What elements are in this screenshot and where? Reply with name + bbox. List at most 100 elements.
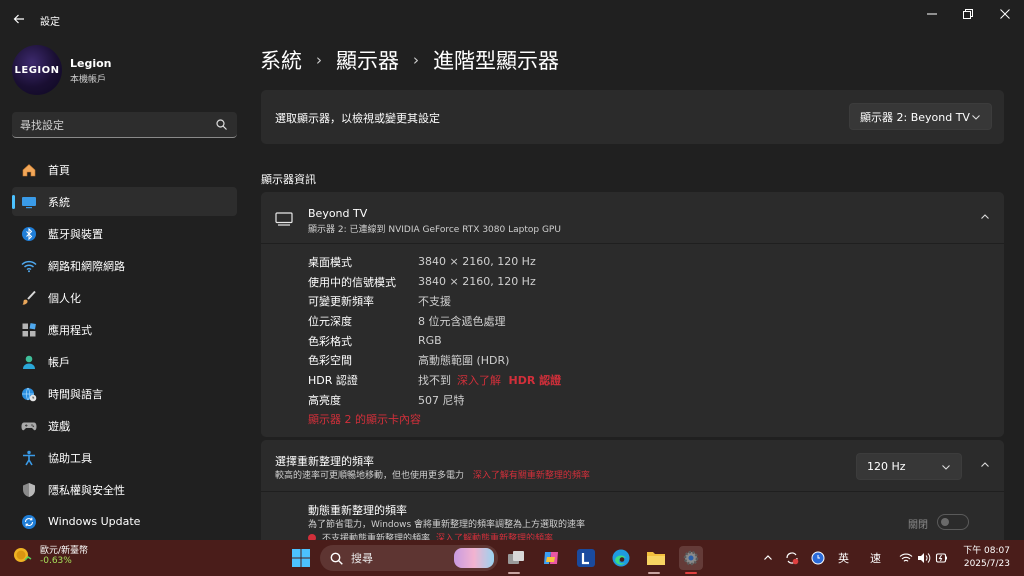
info-key: 使用中的信號模式 xyxy=(308,275,396,289)
refresh-rate-dropdown[interactable]: 120 Hz xyxy=(856,453,962,480)
sidebar-item-label: 系統 xyxy=(48,195,70,209)
display-select-label: 選取顯示器，以檢視或變更其設定 xyxy=(275,112,440,125)
info-row-bit-depth: 位元深度 8 位元含遞色處理 xyxy=(308,311,561,331)
bluetooth-icon xyxy=(20,225,38,243)
volume-tray-button[interactable] xyxy=(915,546,933,570)
sidebar-item-time-language[interactable]: 時間與語言 xyxy=(12,379,237,408)
taskbar-search[interactable]: 搜尋 xyxy=(320,545,498,571)
copilot-button[interactable] xyxy=(539,546,563,570)
sidebar-item-apps[interactable]: 應用程式 xyxy=(12,315,237,344)
display-select-dropdown[interactable]: 顯示器 2: Beyond TV xyxy=(849,103,992,130)
taskbar-clock[interactable]: 下午 08:07 2025/7/23 xyxy=(963,545,1010,571)
info-key: HDR 認證 xyxy=(308,373,358,387)
chevron-up-icon[interactable] xyxy=(980,460,990,470)
chevron-right-icon: › xyxy=(413,51,419,69)
display-connection: 顯示器 2: 已連線到 NVIDIA GeForce RTX 3080 Lapt… xyxy=(308,225,561,235)
shield-icon xyxy=(20,481,38,499)
folder-icon xyxy=(647,552,665,565)
sidebar-nav: 首頁 系統 藍牙與裝置 網路和網際網路 個人化 應用程式 帳戶 時間與語言 遊戲… xyxy=(12,155,237,539)
dynamic-refresh-toggle[interactable] xyxy=(937,514,969,530)
sidebar-item-accessibility[interactable]: 協助工具 xyxy=(12,443,237,472)
display-info-list: 桌面模式 3840 × 2160, 120 Hz 使用中的信號模式 3840 ×… xyxy=(308,252,561,429)
gear-icon xyxy=(683,550,699,566)
hdr-learn-more-link[interactable]: 深入了解 HDR 認證 xyxy=(457,372,561,388)
info-value: 3840 × 2160, 120 Hz xyxy=(418,275,536,289)
windows-update-icon xyxy=(20,513,38,531)
settings-window: 設定 LEGION Legion 本機帳戶 首頁 xyxy=(0,0,1024,540)
info-value: 高動態範圍 (HDR) xyxy=(418,354,510,368)
main-content: 系統 › 顯示器 › 進階型顯示器 選取顯示器，以檢視或變更其設定 顯示器 2:… xyxy=(250,0,1024,540)
sidebar-item-bluetooth[interactable]: 藍牙與裝置 xyxy=(12,219,237,248)
breadcrumb-item-display[interactable]: 顯示器 xyxy=(336,45,399,75)
settings-taskbar-button[interactable] xyxy=(679,546,703,570)
start-button[interactable] xyxy=(289,546,313,570)
info-key: 色彩空間 xyxy=(308,354,352,368)
sidebar-item-network[interactable]: 網路和網際網路 xyxy=(12,251,237,280)
chevron-down-icon xyxy=(942,465,950,470)
sidebar-item-label: 首頁 xyxy=(48,163,70,177)
clock-tray-button[interactable] xyxy=(808,546,828,570)
breadcrumb-item-system[interactable]: 系統 xyxy=(260,45,302,75)
running-indicator xyxy=(508,572,520,574)
widget-text: 歐元/新臺幣 -0.63% xyxy=(40,543,88,566)
speaker-icon xyxy=(918,553,931,563)
back-button[interactable] xyxy=(8,8,30,30)
hdr-link-bold: HDR 認證 xyxy=(508,373,562,387)
adapter-properties-link[interactable]: 顯示器 2 的顯示卡內容 xyxy=(308,411,421,427)
app-title: 設定 xyxy=(40,17,60,28)
dynamic-refresh-subtitle: 為了節省電力，Windows 會將重新整理的頻率調整為上方選取的速率 xyxy=(308,520,586,530)
widget-change: -0.63% xyxy=(40,556,72,566)
refresh-rate-card: 選擇重新整理的頻率 較高的速率可更順暢地移動，但也使用更多電力 深入了解有關重新… xyxy=(261,440,1004,540)
dynamic-refresh-learn-more-link[interactable]: 深入了解動態重新整理的頻率 xyxy=(436,531,553,540)
refresh-rate-header: 選擇重新整理的頻率 較高的速率可更順暢地移動，但也使用更多電力 深入了解有關重新… xyxy=(261,440,1004,492)
ime-mode-indicator[interactable]: 英 xyxy=(838,550,849,566)
info-key: 高亮度 xyxy=(308,393,341,407)
clock-time: 下午 08:07 xyxy=(963,546,1010,556)
home-icon xyxy=(20,161,38,179)
info-value: 不支援 xyxy=(418,295,451,309)
app-l-button[interactable] xyxy=(574,546,598,570)
file-explorer-button[interactable] xyxy=(644,546,668,570)
refresh-rate-subtitle: 較高的速率可更順暢地移動，但也使用更多電力 深入了解有關重新整理的頻率 xyxy=(275,468,590,481)
settings-search-input[interactable] xyxy=(20,116,210,134)
monitor-icon xyxy=(275,212,293,226)
sidebar-item-system[interactable]: 系統 xyxy=(12,187,237,216)
show-hidden-icons-button[interactable] xyxy=(758,546,778,570)
sidebar-item-label: 個人化 xyxy=(48,291,81,305)
network-tray-button[interactable] xyxy=(897,546,915,570)
battery-charging-icon xyxy=(935,553,947,563)
widget-title: 歐元/新臺幣 xyxy=(40,546,89,556)
sidebar-item-accounts[interactable]: 帳戶 xyxy=(12,347,237,376)
sidebar-item-label: 藍牙與裝置 xyxy=(48,227,103,241)
sync-tray-button[interactable] xyxy=(782,546,802,570)
chevron-up-icon[interactable] xyxy=(980,212,990,222)
sidebar-item-label: 遊戲 xyxy=(48,419,70,433)
search-highlight-image xyxy=(454,548,494,568)
battery-tray-button[interactable] xyxy=(933,546,951,570)
running-indicator xyxy=(648,572,660,574)
wifi-icon xyxy=(20,257,38,275)
task-view-button[interactable] xyxy=(504,546,528,570)
refresh-rate-learn-more-link[interactable]: 深入了解有關重新整理的頻率 xyxy=(473,471,590,481)
sidebar-item-privacy-security[interactable]: 隱私權與安全性 xyxy=(12,475,237,504)
info-value: 8 位元含遞色處理 xyxy=(418,314,506,328)
display-name: Beyond TV xyxy=(308,207,368,220)
sidebar-item-home[interactable]: 首頁 xyxy=(12,155,237,184)
task-view-icon xyxy=(508,551,524,564)
accessibility-icon xyxy=(20,449,38,467)
edge-button[interactable] xyxy=(609,546,633,570)
windows-logo-icon xyxy=(292,549,310,567)
sidebar-item-personalization[interactable]: 個人化 xyxy=(12,283,237,312)
sidebar-item-gaming[interactable]: 遊戲 xyxy=(12,411,237,440)
ime-speed-indicator[interactable]: 速 xyxy=(870,550,881,566)
display-info-header[interactable]: Beyond TV 顯示器 2: 已連線到 NVIDIA GeForce RTX… xyxy=(261,192,1004,244)
globe-clock-icon xyxy=(20,385,38,403)
sidebar-item-windows-update[interactable]: Windows Update xyxy=(12,507,237,536)
adapter-properties-row: 顯示器 2 的顯示卡內容 xyxy=(308,410,561,430)
settings-search-box[interactable] xyxy=(12,112,237,138)
sidebar-item-label: 應用程式 xyxy=(48,323,92,337)
sidebar-item-label: Windows Update xyxy=(48,515,141,528)
info-key: 可變更新頻率 xyxy=(308,295,374,309)
edge-browser-icon xyxy=(612,549,630,567)
widgets-button[interactable]: 歐元/新臺幣 -0.63% xyxy=(12,543,88,566)
